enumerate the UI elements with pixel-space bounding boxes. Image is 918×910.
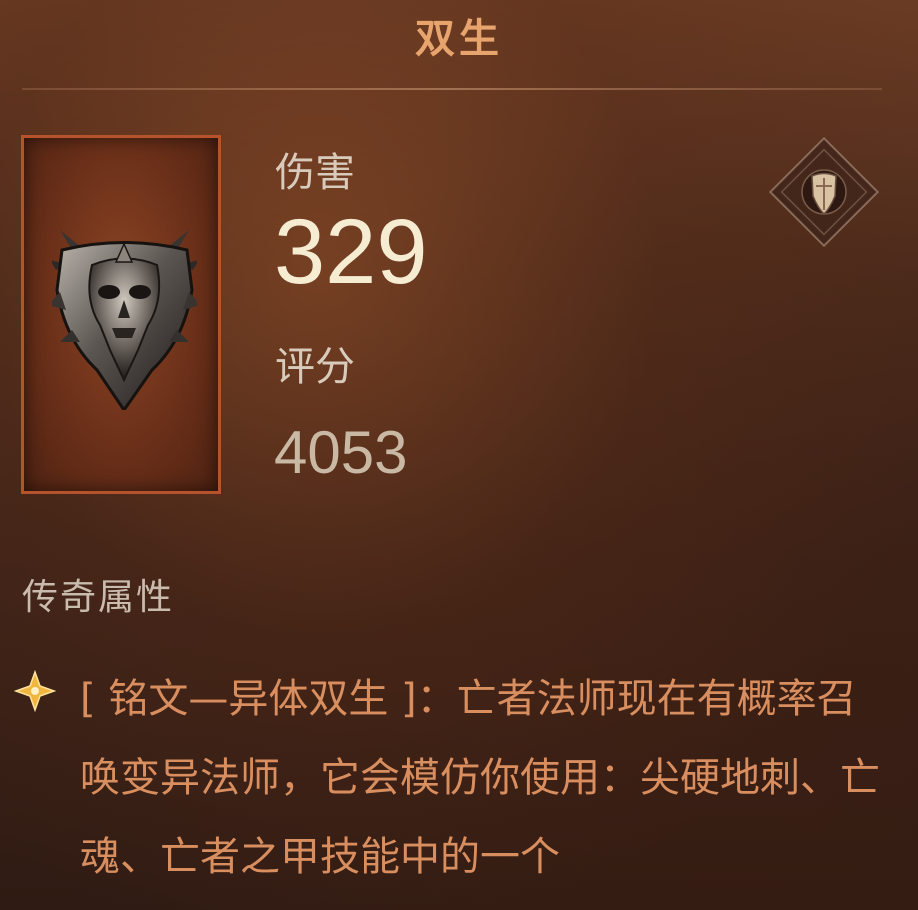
item-tooltip: 双生 伤害 329 评分 4053 传奇属性 [铭文—异体双生]：亡者法师现… xyxy=(0,0,918,910)
demonic-shield-icon xyxy=(52,230,197,410)
shield-icon xyxy=(768,136,880,248)
legendary-star-icon xyxy=(14,670,56,712)
title-divider xyxy=(22,88,882,90)
score-value: 4053 xyxy=(274,419,408,486)
damage-value: 329 xyxy=(274,201,428,303)
damage-label: 伤害 xyxy=(275,150,355,196)
score-label: 评分 xyxy=(275,344,355,390)
item-image-frame xyxy=(21,135,221,494)
legendary-affix-description: [ 铭文—异体双生 ]：亡者法师现在有概率召唤变异法师，它会模仿你使用：尖硬地刺… xyxy=(80,676,880,880)
item-name: 双生 xyxy=(415,16,503,62)
legendary-section-title: 传奇属性 xyxy=(22,577,175,618)
